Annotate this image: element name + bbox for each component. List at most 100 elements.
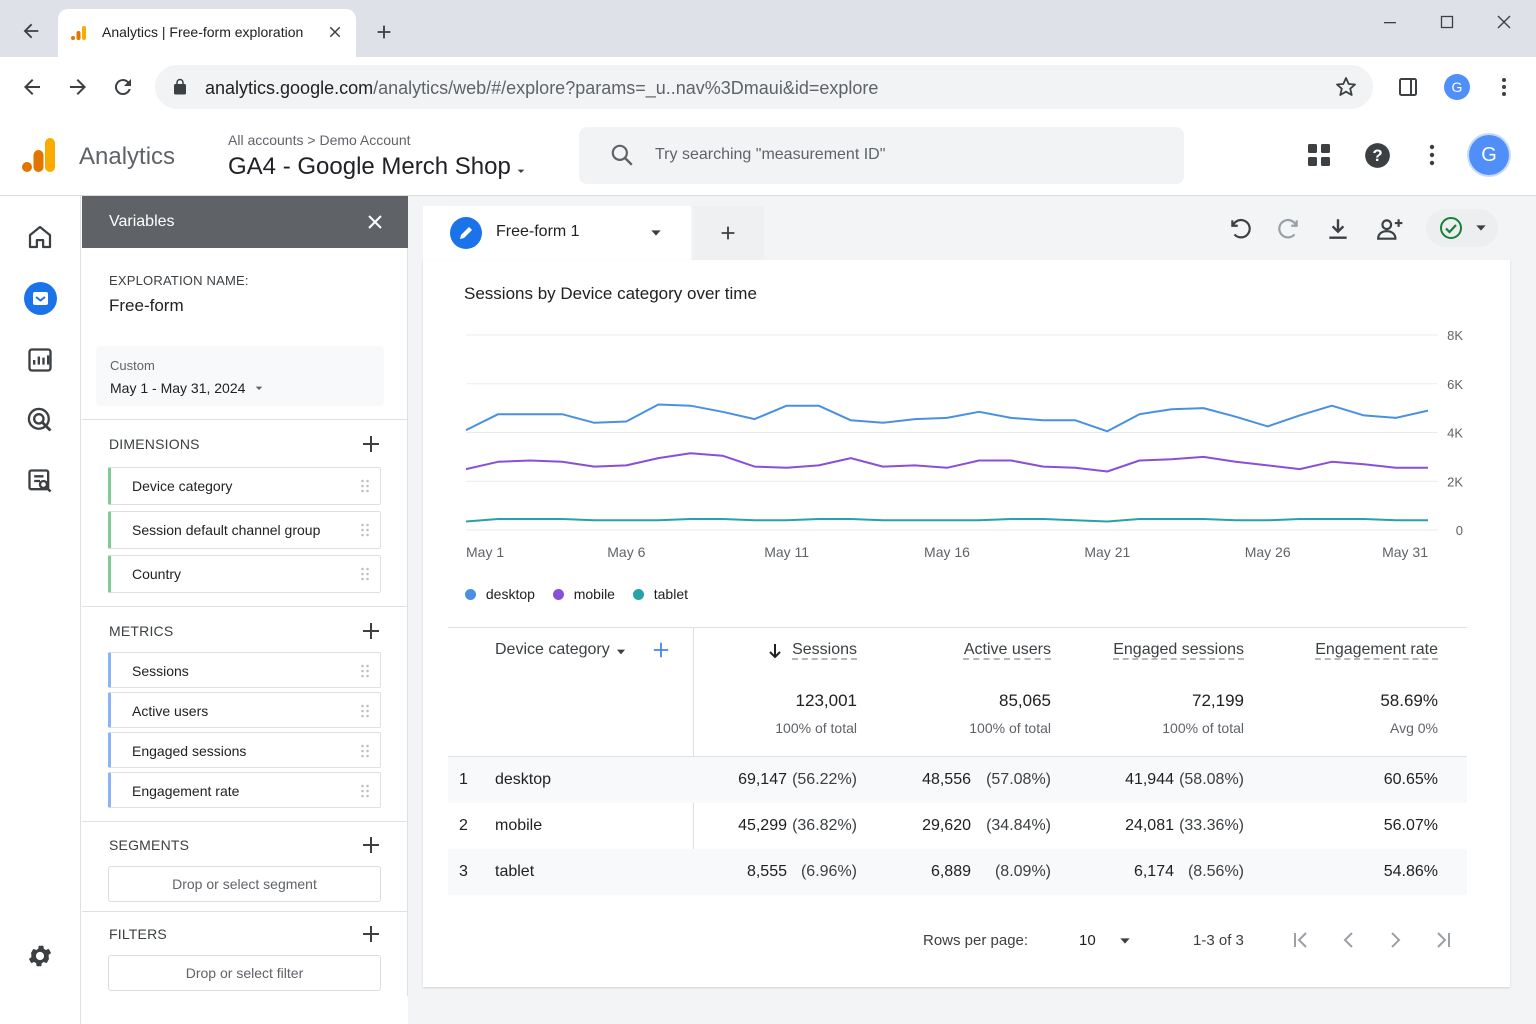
date-range-picker[interactable]: Custom May 1 - May 31, 2024 bbox=[96, 346, 384, 406]
dimension-chip[interactable]: Device category bbox=[108, 467, 381, 505]
exploration-workspace: Free-form 1 Sessions by Device category … bbox=[408, 196, 1536, 1024]
help-icon[interactable]: ? bbox=[1364, 142, 1391, 169]
variables-header: Variables bbox=[82, 196, 408, 248]
app-header: Analytics All accounts > Demo Account GA… bbox=[0, 119, 1536, 196]
settings-gear-icon[interactable] bbox=[26, 942, 54, 970]
profile-avatar[interactable]: G bbox=[1444, 74, 1470, 100]
last-page-icon[interactable] bbox=[1431, 928, 1455, 952]
row-dimension-value[interactable]: desktop bbox=[495, 771, 551, 789]
engagement-rate-column-header[interactable]: Engagement rate bbox=[1268, 641, 1438, 659]
bookmark-star-icon[interactable] bbox=[1334, 75, 1358, 99]
active-users-column-header[interactable]: Active users bbox=[901, 641, 1051, 659]
segment-drop-zone[interactable]: Drop or select segment bbox=[108, 866, 381, 902]
x-tick-label: May 6 bbox=[607, 544, 645, 560]
y-tick-label: 0 bbox=[1456, 523, 1463, 538]
forward-icon[interactable] bbox=[66, 75, 90, 99]
add-segment-icon[interactable] bbox=[361, 835, 381, 855]
browser-toolbar: analytics.google.com/analytics/web/#/exp… bbox=[0, 57, 1536, 119]
add-filter-icon[interactable] bbox=[361, 924, 381, 944]
dimension-column-header[interactable]: Device category bbox=[495, 641, 610, 659]
row-dimension-value[interactable]: mobile bbox=[495, 817, 542, 835]
dimension-header-dropdown-icon[interactable] bbox=[614, 645, 628, 659]
share-user-icon[interactable] bbox=[1376, 216, 1404, 242]
undo-icon[interactable] bbox=[1228, 216, 1254, 242]
sessions-column-header[interactable]: Sessions bbox=[757, 641, 857, 659]
engaged-sessions-column-header[interactable]: Engaged sessions bbox=[1074, 641, 1244, 659]
breadcrumb-account[interactable]: Demo Account bbox=[319, 132, 410, 148]
metric-label: Engaged sessions bbox=[132, 743, 247, 759]
metric-chip[interactable]: Sessions bbox=[108, 652, 381, 688]
dimension-chip[interactable]: Session default channel group bbox=[108, 511, 381, 549]
close-variables-icon[interactable] bbox=[367, 214, 383, 230]
date-dropdown-icon[interactable] bbox=[251, 380, 267, 396]
tab-dropdown-icon[interactable] bbox=[648, 225, 664, 241]
drag-handle-icon[interactable] bbox=[360, 784, 370, 798]
more-options-icon[interactable] bbox=[1420, 142, 1444, 168]
rows-per-page-dropdown-icon[interactable] bbox=[1117, 933, 1133, 949]
maximize-icon[interactable] bbox=[1439, 14, 1455, 30]
metric-chip[interactable]: Engagement rate bbox=[108, 772, 381, 808]
explore-icon[interactable] bbox=[24, 282, 57, 315]
home-icon[interactable] bbox=[25, 222, 55, 252]
add-metric-icon[interactable] bbox=[361, 621, 381, 641]
rows-per-page-select[interactable]: 10 bbox=[1079, 932, 1096, 949]
row-dimension-value[interactable]: tablet bbox=[495, 863, 534, 881]
breadcrumb[interactable]: All accounts > Demo Account bbox=[228, 132, 411, 148]
product-name[interactable]: Analytics bbox=[79, 143, 175, 171]
x-tick-label: May 16 bbox=[924, 544, 970, 560]
close-tab-icon[interactable] bbox=[326, 23, 344, 41]
analytics-logo-icon[interactable] bbox=[22, 136, 56, 174]
back-tab-icon[interactable] bbox=[20, 20, 42, 42]
browser-tab[interactable]: Analytics | Free-form exploration bbox=[58, 9, 356, 57]
drag-handle-icon[interactable] bbox=[360, 664, 370, 678]
total-engaged-sessions: 72,199 bbox=[1192, 691, 1244, 710]
window-close-icon[interactable] bbox=[1496, 14, 1512, 30]
property-dropdown-icon[interactable] bbox=[513, 163, 529, 179]
library-icon[interactable] bbox=[26, 467, 54, 495]
url-text[interactable]: analytics.google.com/analytics/web/#/exp… bbox=[205, 78, 878, 99]
quality-status-button[interactable] bbox=[1426, 209, 1498, 247]
filter-drop-zone[interactable]: Drop or select filter bbox=[108, 955, 381, 991]
new-tab-icon[interactable] bbox=[373, 21, 395, 43]
dimension-chip[interactable]: Country bbox=[108, 555, 381, 593]
browser-menu-icon[interactable] bbox=[1492, 75, 1516, 99]
back-icon[interactable] bbox=[20, 75, 44, 99]
tab-free-form-1[interactable]: Free-form 1 bbox=[423, 206, 691, 260]
cell-value: 56.07% bbox=[1383, 817, 1438, 834]
cell-value: 60.65% bbox=[1383, 771, 1438, 788]
reports-icon[interactable] bbox=[26, 346, 54, 374]
drag-handle-icon[interactable] bbox=[360, 479, 370, 493]
drag-handle-icon[interactable] bbox=[360, 744, 370, 758]
drag-handle-icon[interactable] bbox=[360, 523, 370, 537]
add-tab-button[interactable] bbox=[693, 206, 764, 260]
reload-icon[interactable] bbox=[111, 75, 135, 99]
add-dimension-icon[interactable] bbox=[361, 434, 381, 454]
legend-swatch-tablet bbox=[632, 589, 644, 600]
edit-pencil-icon[interactable] bbox=[450, 217, 482, 249]
breadcrumb-root[interactable]: All accounts bbox=[228, 132, 303, 148]
drag-handle-icon[interactable] bbox=[360, 567, 370, 581]
divider bbox=[82, 419, 408, 420]
metric-chip[interactable]: Engaged sessions bbox=[108, 732, 381, 768]
variables-title: Variables bbox=[109, 213, 175, 230]
next-page-icon[interactable] bbox=[1383, 928, 1407, 952]
address-bar[interactable]: analytics.google.com/analytics/web/#/exp… bbox=[155, 65, 1373, 109]
minimize-icon[interactable] bbox=[1382, 14, 1398, 30]
exploration-name-input[interactable]: Free-form bbox=[109, 296, 184, 316]
apps-grid-icon[interactable] bbox=[1306, 142, 1332, 168]
cell-value: 54.86% bbox=[1383, 863, 1438, 880]
property-selector[interactable]: GA4 - Google Merch Shop bbox=[228, 153, 511, 181]
side-panel-icon[interactable] bbox=[1396, 75, 1420, 99]
advertising-icon[interactable] bbox=[26, 406, 54, 434]
download-icon[interactable] bbox=[1325, 216, 1351, 242]
redo-icon[interactable] bbox=[1275, 216, 1301, 242]
search-bar[interactable]: Try searching "measurement ID" bbox=[579, 127, 1184, 184]
account-avatar[interactable]: G bbox=[1469, 135, 1509, 175]
previous-page-icon[interactable] bbox=[1337, 928, 1361, 952]
lock-icon[interactable] bbox=[171, 78, 189, 96]
add-dimension-column-icon[interactable] bbox=[652, 641, 670, 659]
first-page-icon[interactable] bbox=[1289, 928, 1313, 952]
total-engaged-sessions-sub: 100% of total bbox=[1162, 720, 1244, 736]
metric-chip[interactable]: Active users bbox=[108, 692, 381, 728]
drag-handle-icon[interactable] bbox=[360, 704, 370, 718]
